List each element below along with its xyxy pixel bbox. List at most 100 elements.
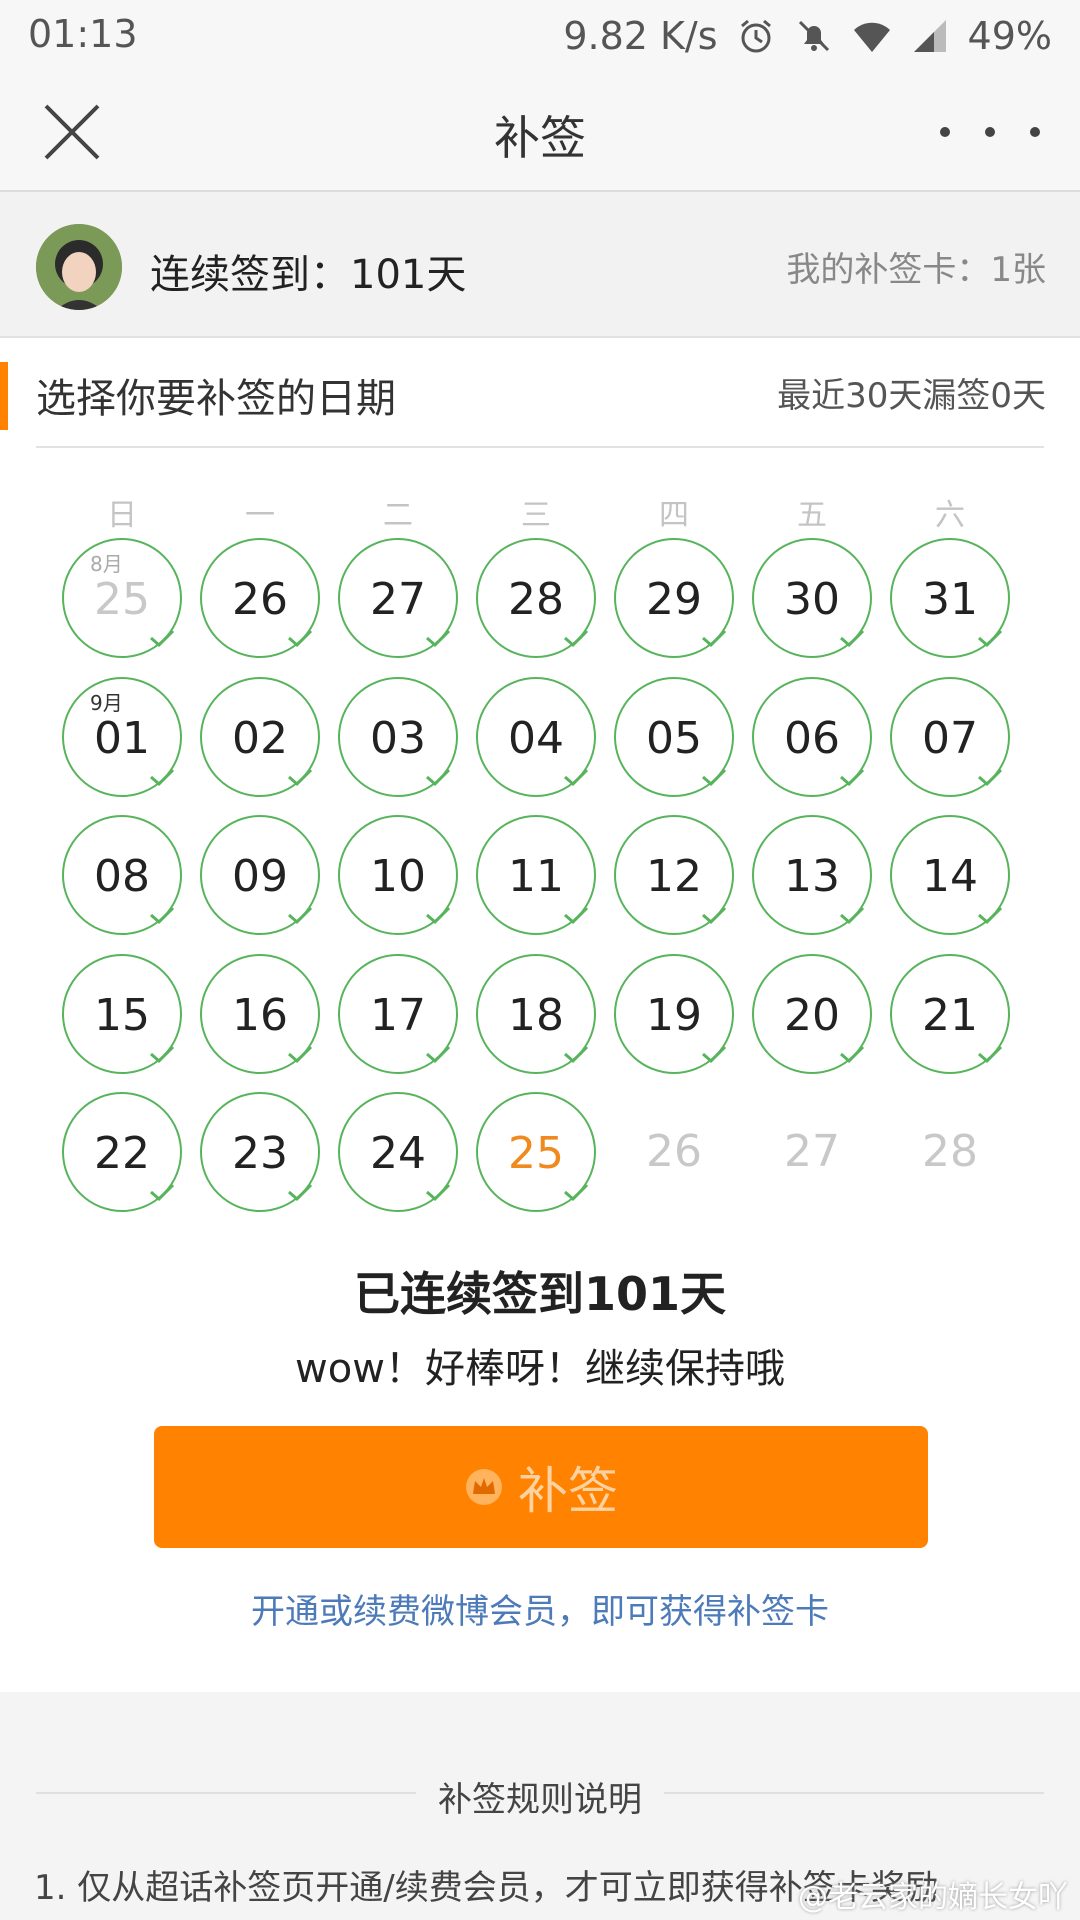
checkmark-icon (564, 629, 589, 648)
makeup-card-count: 我的补签卡：1张 (786, 250, 1046, 290)
calendar-day[interactable]: 25 (476, 1092, 596, 1212)
calendar-day[interactable]: 28 (476, 538, 596, 658)
day-number: 05 (646, 713, 702, 764)
calendar-day[interactable]: 17 (338, 954, 458, 1074)
checkmark-icon (426, 1183, 451, 1202)
calendar-day: 28 (890, 1092, 1010, 1212)
calendar-day[interactable]: 29 (614, 538, 734, 658)
calendar-day[interactable]: 22 (62, 1092, 182, 1212)
day-number: 04 (508, 713, 564, 764)
day-number: 25 (508, 1128, 564, 1179)
calendar-day[interactable]: 11 (476, 815, 596, 935)
day-number: 22 (94, 1128, 150, 1179)
weekday-label: 日 (107, 498, 137, 533)
day-number: 02 (232, 713, 288, 764)
section-title: 选择你要补签的日期 (36, 376, 396, 422)
day-number: 09 (232, 851, 288, 902)
day-number: 15 (94, 990, 150, 1041)
checkmark-icon (702, 629, 727, 648)
calendar-day[interactable]: 19 (614, 954, 734, 1074)
checkmark-icon (288, 629, 313, 648)
day-number: 13 (784, 851, 840, 902)
checkmark-icon (288, 768, 313, 787)
day-number: 14 (922, 851, 978, 902)
calendar-day[interactable]: 18 (476, 954, 596, 1074)
checkmark-icon (288, 1045, 313, 1064)
day-number: 03 (370, 713, 426, 764)
calendar-day[interactable]: 10 (338, 815, 458, 935)
watermark: @老云家的嫡长女吖 (798, 1880, 1068, 1915)
day-number: 08 (94, 851, 150, 902)
checkmark-icon (426, 1045, 451, 1064)
calendar-day[interactable]: 02 (200, 677, 320, 797)
month-label: 8月 (90, 552, 123, 576)
calendar-day[interactable]: 13 (752, 815, 872, 935)
day-number: 25 (94, 574, 150, 625)
calendar-day[interactable]: 15 (62, 954, 182, 1074)
day-number: 19 (646, 990, 702, 1041)
day-number: 01 (94, 713, 150, 764)
section-accent-bar (0, 362, 8, 430)
checkmark-icon (564, 1045, 589, 1064)
calendar-day[interactable]: 31 (890, 538, 1010, 658)
calendar-day[interactable]: 14 (890, 815, 1010, 935)
calendar-day[interactable]: 23 (200, 1092, 320, 1212)
calendar-day[interactable]: 03 (338, 677, 458, 797)
wifi-icon (853, 22, 890, 52)
calendar-day[interactable]: 30 (752, 538, 872, 658)
avatar[interactable] (36, 224, 122, 310)
alarm-icon (740, 19, 771, 53)
page-title: 补签 (494, 111, 586, 165)
more-icon[interactable] (940, 100, 1040, 164)
calendar-day[interactable]: 26 (200, 538, 320, 658)
calendar-day: 27 (752, 1092, 872, 1212)
crown-icon (466, 1469, 502, 1505)
day-number: 06 (784, 713, 840, 764)
calendar-day[interactable]: 05 (614, 677, 734, 797)
streak-label: 连续签到：101天 (150, 252, 467, 298)
status-bar: 01:13 9.82 K/s 49% (0, 0, 1080, 72)
makeup-button[interactable]: 补签 (154, 1426, 928, 1548)
day-number: 31 (922, 574, 978, 625)
day-number: 26 (646, 1126, 702, 1177)
day-number: 28 (508, 574, 564, 625)
day-number: 30 (784, 574, 840, 625)
day-number: 18 (508, 990, 564, 1041)
calendar-day[interactable]: 20 (752, 954, 872, 1074)
calendar-day[interactable]: 21 (890, 954, 1010, 1074)
calendar-day[interactable]: 8月 25 (62, 538, 182, 658)
membership-link[interactable]: 开通或续费微博会员，即可获得补签卡 (0, 1584, 1080, 1633)
checkmark-icon (426, 768, 451, 787)
day-number: 07 (922, 713, 978, 764)
more-dot (1030, 127, 1040, 137)
calendar-day[interactable]: 24 (338, 1092, 458, 1212)
calendar-day[interactable]: 16 (200, 954, 320, 1074)
checkmark-icon (840, 906, 865, 925)
calendar-day[interactable]: 9月 01 (62, 677, 182, 797)
checkmark-icon (426, 629, 451, 648)
calendar-day[interactable]: 12 (614, 815, 734, 935)
day-number: 27 (370, 574, 426, 625)
checkmark-icon (150, 906, 175, 925)
checkmark-icon (150, 629, 175, 648)
divider (36, 446, 1044, 448)
calendar-day[interactable]: 09 (200, 815, 320, 935)
checkmark-icon (840, 1045, 865, 1064)
summary-subtitle: wow！好棒呀！继续保持哦 (295, 1346, 785, 1392)
battery-level: 49% (967, 14, 1052, 58)
checkmark-icon (978, 768, 1003, 787)
calendar-day[interactable]: 27 (338, 538, 458, 658)
checkmark-icon (702, 768, 727, 787)
checkmark-icon (150, 1183, 175, 1202)
calendar-day[interactable]: 06 (752, 677, 872, 797)
weekday-label: 二 (383, 498, 413, 533)
calendar-day[interactable]: 04 (476, 677, 596, 797)
calendar-day[interactable]: 07 (890, 677, 1010, 797)
status-indicators: 9.82 K/s 49% (563, 12, 1052, 60)
weekday-label: 五 (797, 498, 827, 533)
day-number: 27 (784, 1126, 840, 1177)
more-dot (940, 127, 950, 137)
calendar-day[interactable]: 08 (62, 815, 182, 935)
status-time: 01:13 (28, 12, 138, 56)
day-number: 12 (646, 851, 702, 902)
